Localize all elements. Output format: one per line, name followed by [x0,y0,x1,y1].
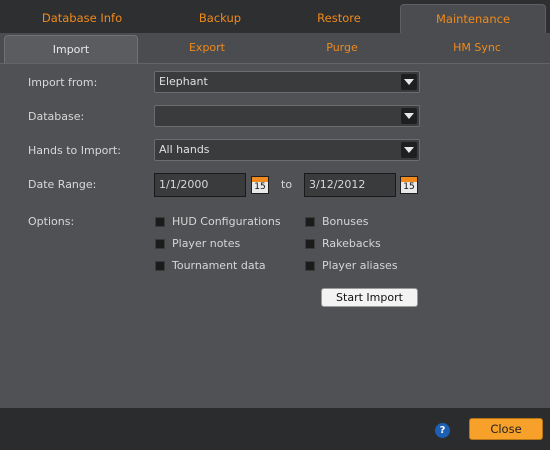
tab-database-info[interactable]: Database Info [18,0,146,33]
import-from-label: Import from: [28,76,98,89]
date-range-label: Date Range: [28,178,97,191]
options-label: Options: [28,215,75,228]
hands-to-import-select[interactable]: All hands [154,139,420,161]
tab-maintenance[interactable]: Maintenance [400,4,546,33]
chevron-down-icon[interactable] [401,74,417,90]
tab-purge[interactable]: Purge [275,33,409,63]
checkbox[interactable] [155,217,165,227]
database-select[interactable] [154,105,420,127]
sub-tab-bar: Import Export Purge HM Sync [0,33,550,63]
option-label: HUD Configurations [172,215,281,228]
tab-import[interactable]: Import [4,35,138,63]
close-button[interactable]: Close [469,418,543,440]
database-label: Database: [28,110,85,123]
date-range-to-label: to [281,178,293,191]
checkbox[interactable] [155,261,165,271]
option-label: Tournament data [172,259,266,272]
option-label: Player aliases [322,259,398,272]
date-to-field[interactable]: 3/12/2012 [304,173,396,197]
option-label: Player notes [172,237,241,250]
footer-bar [0,408,550,450]
checkbox[interactable] [305,261,315,271]
top-tab-bar: Database Info Backup Restore Maintenance [0,0,550,33]
tab-backup[interactable]: Backup [156,0,284,33]
help-icon[interactable]: ? [435,423,450,438]
calendar-day: 15 [254,182,266,192]
hands-to-import-value: All hands [159,143,210,156]
checkbox[interactable] [155,239,165,249]
tab-restore[interactable]: Restore [275,0,403,33]
checkbox[interactable] [305,217,315,227]
tab-hm-sync[interactable]: HM Sync [410,33,544,63]
import-from-value: Elephant [159,75,208,88]
tab-export[interactable]: Export [140,33,274,63]
start-import-button[interactable]: Start Import [321,288,418,307]
checkbox[interactable] [305,239,315,249]
chevron-down-icon[interactable] [401,142,417,158]
date-from-field[interactable]: 1/1/2000 [154,173,246,197]
chevron-down-icon[interactable] [401,108,417,124]
option-label: Bonuses [322,215,369,228]
calendar-day: 15 [403,182,415,192]
calendar-icon[interactable]: 15 [400,176,418,194]
calendar-icon[interactable]: 15 [251,176,269,194]
option-label: Rakebacks [322,237,381,250]
import-from-select[interactable]: Elephant [154,71,420,93]
hands-to-import-label: Hands to Import: [28,144,121,157]
